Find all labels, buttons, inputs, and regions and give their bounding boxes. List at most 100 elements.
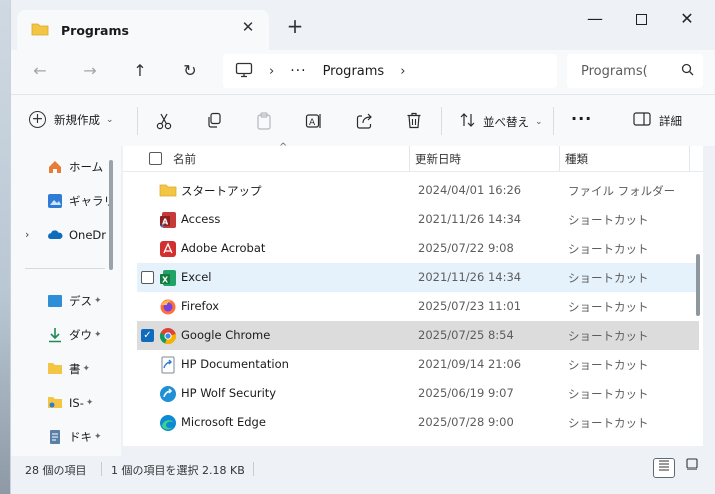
back-button[interactable]: ← bbox=[27, 60, 53, 82]
access-icon: A bbox=[159, 211, 177, 229]
svg-text:A: A bbox=[309, 118, 316, 128]
file-name: Adobe Acrobat bbox=[181, 241, 266, 255]
sidebar-item-is-folder[interactable]: IS- ✦ bbox=[11, 392, 111, 414]
status-bar: 28 個の項目 1 個の項目を選択 2.18 KB bbox=[11, 456, 715, 482]
list-item[interactable]: Firefox 2025/07/23 11:01 ショートカット bbox=[137, 292, 699, 321]
sidebar-item-home[interactable]: ホーム bbox=[11, 156, 111, 178]
file-type: ショートカット bbox=[568, 300, 649, 314]
minimize-button[interactable]: — bbox=[575, 6, 615, 32]
new-button[interactable]: + 新規作成 ⌄ bbox=[29, 111, 114, 128]
sidebar-item-gallery[interactable]: ギャラリ bbox=[11, 190, 111, 212]
up-button[interactable]: ↑ bbox=[127, 60, 153, 82]
download-icon bbox=[47, 327, 63, 343]
sidebar-item-label: ホーム bbox=[69, 160, 104, 174]
sidebar-divider bbox=[25, 268, 105, 269]
breadcrumb-separator[interactable]: › bbox=[269, 64, 274, 79]
sidebar-item-label: 書 bbox=[69, 362, 81, 376]
search-input[interactable]: Programs( bbox=[581, 64, 673, 79]
desktop-icon bbox=[47, 293, 63, 309]
command-bar: + 新規作成 ⌄ A 並べ替え ⌄ ··· 詳細 bbox=[11, 94, 715, 146]
file-name: Excel bbox=[181, 270, 212, 284]
pin-icon: ✦ bbox=[85, 398, 94, 408]
sidebar-item-label: ドキ bbox=[69, 430, 92, 444]
folder-icon bbox=[159, 182, 177, 200]
sidebar-item-folder[interactable]: 書 ✦ bbox=[11, 358, 111, 380]
file-date: 2025/07/23 11:01 bbox=[418, 299, 522, 313]
tiles-view-button[interactable] bbox=[681, 458, 703, 478]
rename-icon[interactable]: A bbox=[303, 112, 325, 132]
sidebar-scrollbar[interactable] bbox=[109, 160, 113, 270]
wolf-security-icon bbox=[159, 385, 177, 403]
list-scrollbar[interactable] bbox=[696, 254, 700, 316]
plus-icon: + bbox=[29, 111, 46, 128]
new-label: 新規作成 bbox=[54, 112, 100, 127]
sidebar-item-documents[interactable]: ドキ ✦ bbox=[11, 426, 111, 448]
more-options-button[interactable]: ··· bbox=[571, 109, 592, 128]
pin-icon: ✦ bbox=[94, 296, 102, 306]
list-item[interactable]: A Access 2021/11/26 14:34 ショートカット bbox=[137, 205, 699, 234]
forward-button[interactable]: → bbox=[77, 60, 103, 82]
close-window-button[interactable]: ✕ bbox=[667, 6, 707, 32]
computer-icon bbox=[235, 62, 253, 81]
folder-icon bbox=[47, 395, 63, 411]
breadcrumb-programs[interactable]: Programs bbox=[323, 64, 385, 79]
file-type: ショートカット bbox=[568, 213, 649, 227]
paste-icon[interactable] bbox=[253, 112, 275, 132]
share-icon[interactable] bbox=[353, 112, 375, 132]
row-checkbox[interactable]: ✓ bbox=[141, 329, 154, 342]
select-all-checkbox[interactable] bbox=[149, 152, 162, 165]
new-tab-button[interactable]: + bbox=[285, 16, 305, 36]
file-type: ショートカット bbox=[568, 358, 649, 372]
sidebar-item-downloads[interactable]: ダウ ✦ bbox=[11, 324, 111, 346]
pin-icon: ✦ bbox=[94, 330, 102, 340]
row-checkbox[interactable] bbox=[141, 271, 154, 284]
column-separator[interactable] bbox=[689, 146, 690, 172]
list-item[interactable]: HP Documentation 2021/09/14 21:06 ショートカッ… bbox=[137, 350, 699, 379]
column-name[interactable]: 名前 bbox=[173, 151, 196, 167]
sidebar-item-label: OneDr bbox=[69, 228, 106, 242]
file-explorer-window: Programs ✕ + — ✕ ← → ↑ ↻ › ··· Programs … bbox=[10, 0, 715, 494]
column-date[interactable]: 更新日時 bbox=[415, 151, 461, 167]
list-item[interactable]: スタートアップ 2024/04/01 16:26 ファイル フォルダー bbox=[137, 176, 699, 205]
close-tab-icon[interactable]: ✕ bbox=[237, 18, 259, 36]
list-item[interactable]: HP Wolf Security 2025/06/19 9:07 ショートカット bbox=[137, 379, 699, 408]
list-item[interactable]: X Excel 2021/11/26 14:34 ショートカット bbox=[137, 263, 699, 292]
column-header: ^ 名前 更新日時 種類 bbox=[123, 142, 703, 172]
column-separator[interactable] bbox=[409, 146, 410, 172]
address-bar[interactable]: › ··· Programs › bbox=[223, 54, 557, 88]
list-item[interactable]: Adobe Acrobat 2025/07/22 9:08 ショートカット bbox=[137, 234, 699, 263]
copy-icon[interactable] bbox=[203, 112, 225, 132]
file-type: ショートカット bbox=[568, 387, 649, 401]
delete-icon[interactable] bbox=[403, 112, 425, 132]
search-box[interactable]: Programs( bbox=[567, 54, 703, 88]
maximize-button[interactable] bbox=[621, 6, 661, 32]
column-separator[interactable] bbox=[559, 146, 560, 172]
details-pane-button[interactable]: 詳細 bbox=[633, 112, 682, 129]
excel-icon: X bbox=[159, 269, 177, 287]
sort-indicator-icon: ^ bbox=[279, 142, 288, 153]
file-type: ショートカット bbox=[568, 271, 649, 285]
sort-label: 並べ替え bbox=[483, 114, 529, 129]
toolbar-divider bbox=[441, 107, 442, 135]
tab-programs[interactable]: Programs ✕ bbox=[17, 10, 269, 50]
sidebar-item-desktop[interactable]: デス ✦ bbox=[11, 290, 111, 312]
svg-text:X: X bbox=[162, 276, 169, 285]
cut-icon[interactable] bbox=[153, 112, 175, 132]
breadcrumb-overflow[interactable]: ··· bbox=[290, 63, 306, 79]
gallery-icon bbox=[47, 193, 63, 209]
breadcrumb-separator[interactable]: › bbox=[400, 64, 405, 79]
file-date: 2025/07/25 8:54 bbox=[418, 328, 514, 342]
sort-button[interactable]: 並べ替え ⌄ bbox=[459, 112, 543, 131]
list-item[interactable]: Microsoft Edge 2025/07/28 9:00 ショートカット bbox=[137, 408, 699, 437]
refresh-button[interactable]: ↻ bbox=[177, 60, 203, 82]
file-type: ファイル フォルダー bbox=[568, 184, 676, 198]
details-view-button[interactable] bbox=[653, 458, 675, 478]
file-type: ショートカット bbox=[568, 329, 649, 343]
file-name: HP Documentation bbox=[181, 357, 289, 371]
file-list: ^ 名前 更新日時 種類 スタートアップ 2024/04/01 16:26 ファ… bbox=[123, 142, 703, 446]
sidebar-item-onedrive[interactable]: OneDr bbox=[11, 224, 111, 246]
sort-icon bbox=[459, 112, 477, 131]
column-type[interactable]: 種類 bbox=[565, 151, 588, 167]
list-item[interactable]: ✓ Google Chrome 2025/07/25 8:54 ショートカット bbox=[137, 321, 699, 350]
selection-info: 1 個の項目を選択 2.18 KB bbox=[111, 464, 245, 477]
